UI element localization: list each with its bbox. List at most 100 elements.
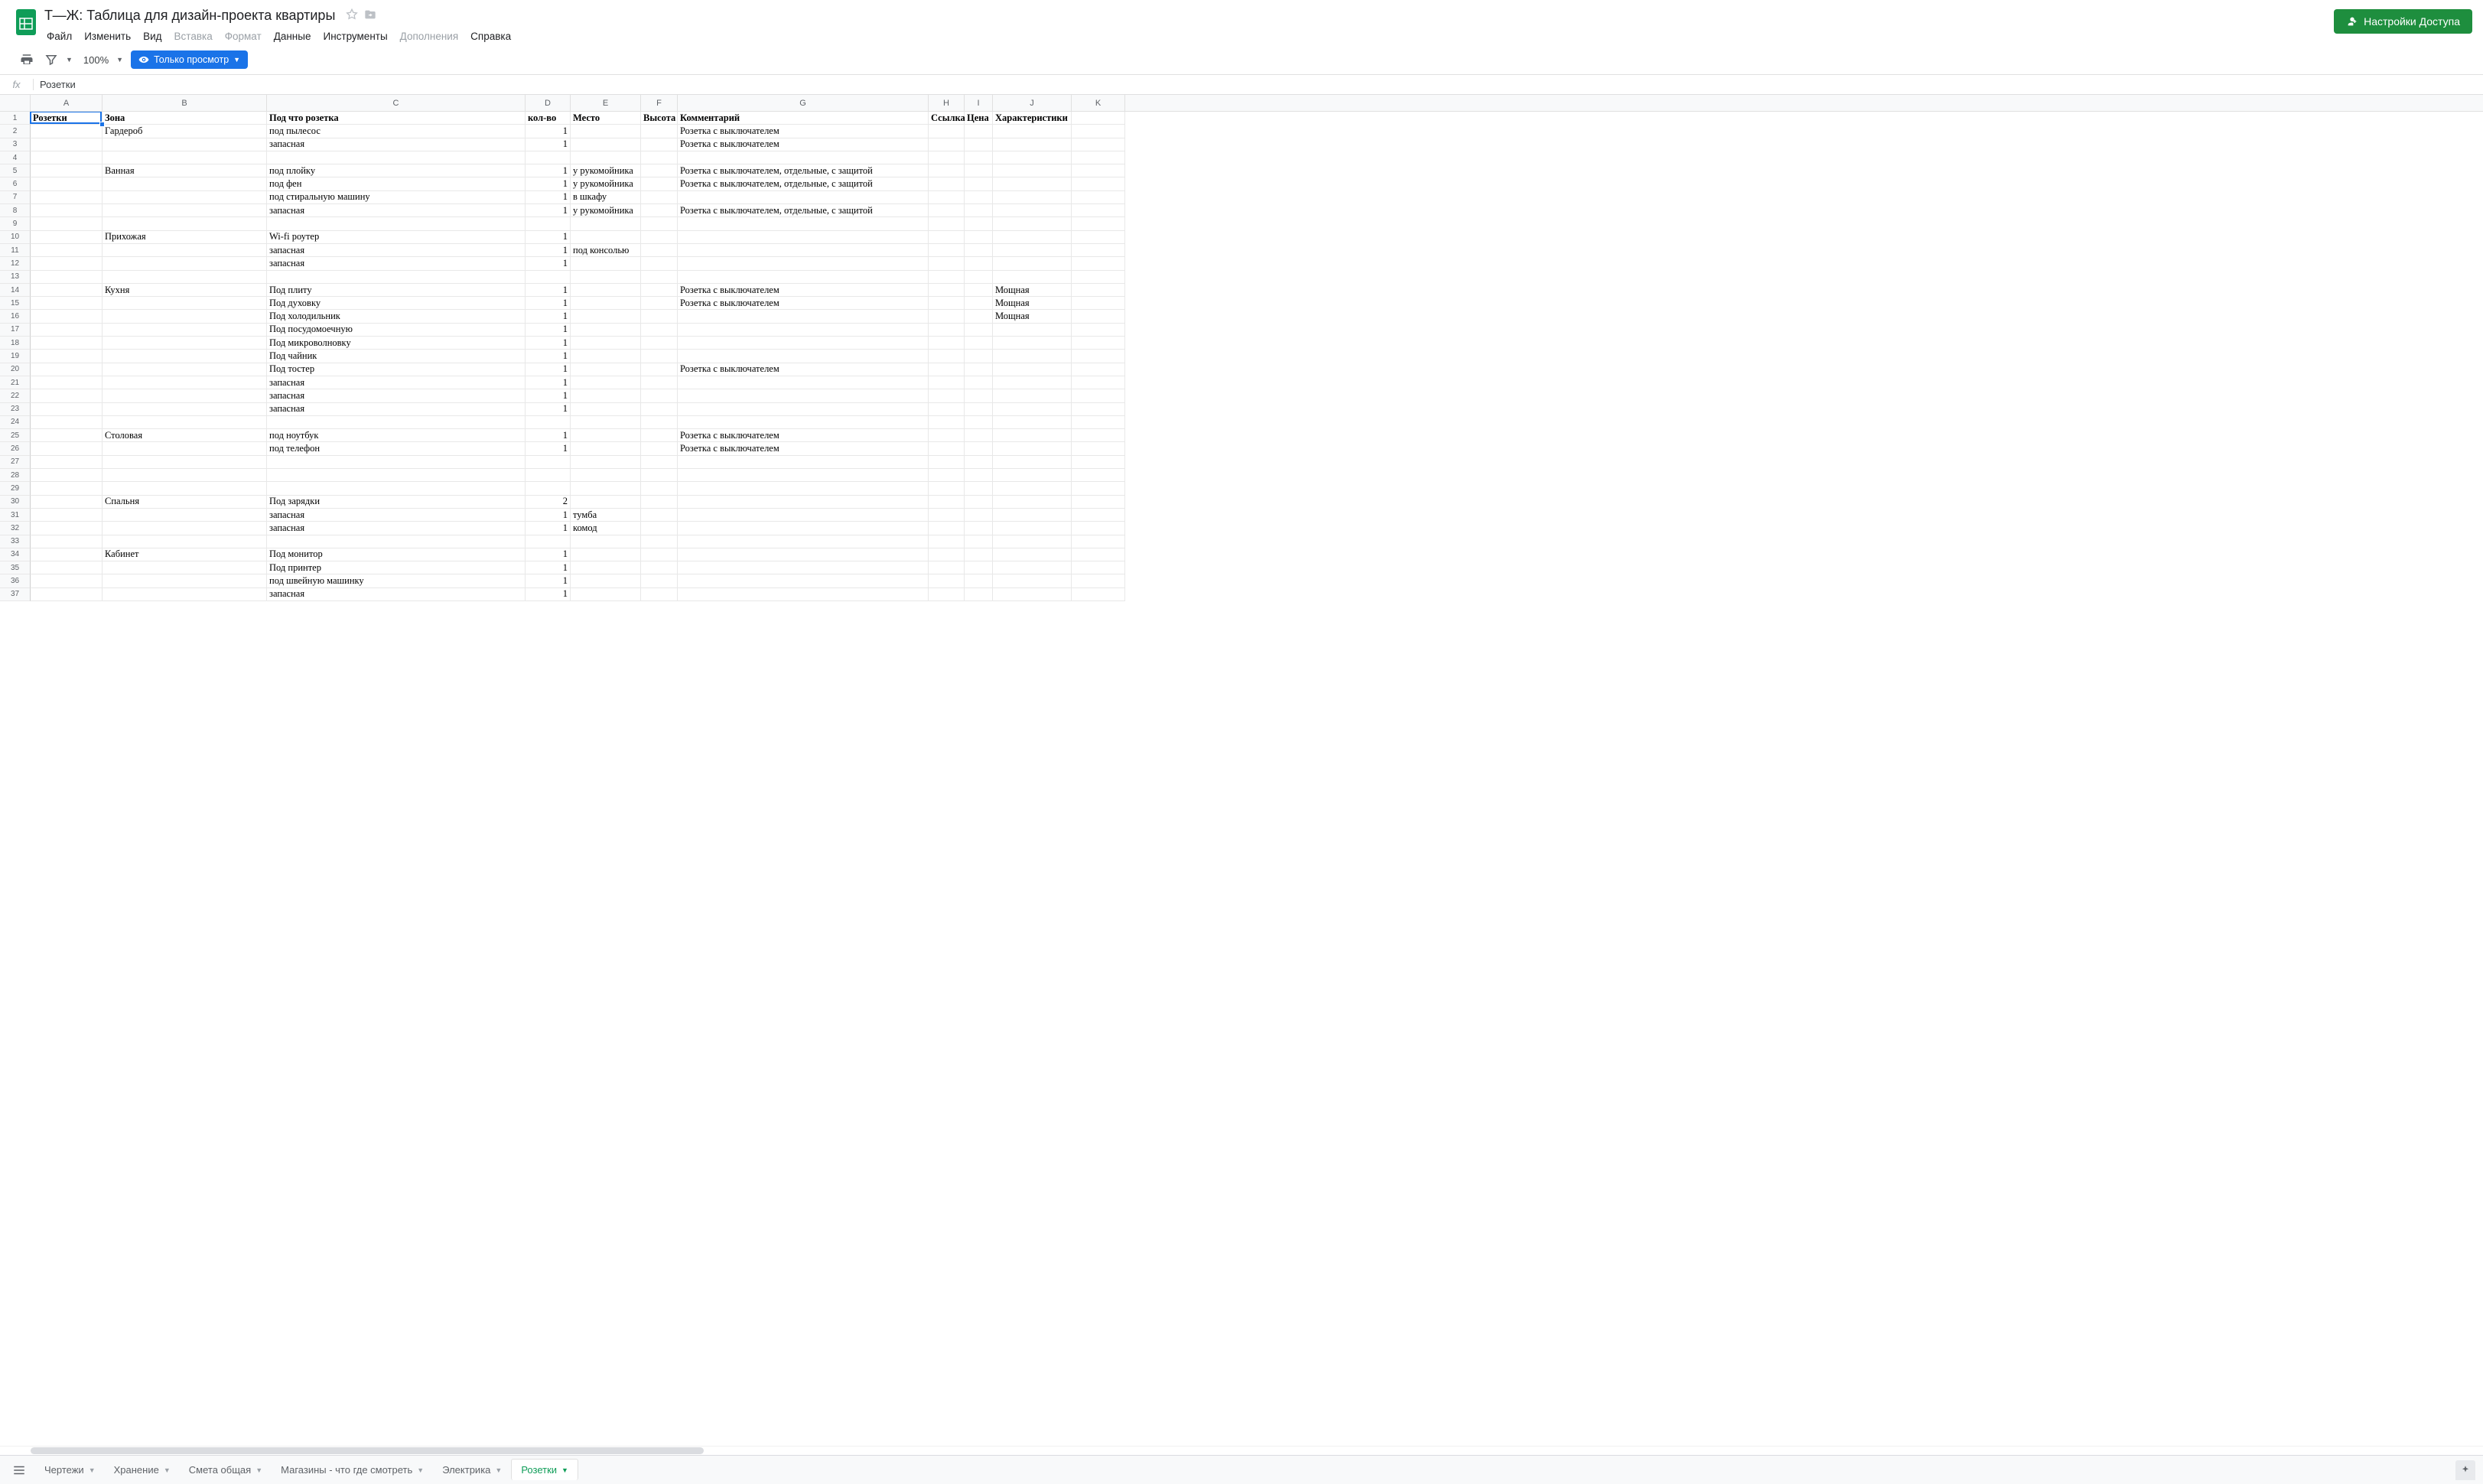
cell-F8[interactable] [641, 204, 678, 217]
cell-G16[interactable] [678, 310, 929, 323]
cell-I30[interactable] [965, 496, 993, 509]
cell-D34[interactable]: 1 [526, 548, 571, 561]
row-header[interactable]: 35 [0, 561, 31, 574]
row-header[interactable]: 29 [0, 482, 31, 495]
cell-J10[interactable] [993, 231, 1072, 244]
chevron-down-icon[interactable]: ▼ [561, 1466, 568, 1474]
cell-I8[interactable] [965, 204, 993, 217]
cell-H2[interactable] [929, 125, 965, 138]
chevron-down-icon[interactable]: ▼ [164, 1466, 171, 1474]
row-header[interactable]: 27 [0, 456, 31, 469]
row-header[interactable]: 3 [0, 138, 31, 151]
column-header-B[interactable]: B [103, 95, 267, 111]
cell-C34[interactable]: Под монитор [267, 548, 526, 561]
cell-E20[interactable] [571, 363, 641, 376]
view-only-button[interactable]: Только просмотр ▼ [131, 50, 248, 69]
cell-K34[interactable] [1072, 548, 1125, 561]
cell-F3[interactable] [641, 138, 678, 151]
cell-K24[interactable] [1072, 416, 1125, 429]
cell-G28[interactable] [678, 469, 929, 482]
row-header[interactable]: 26 [0, 442, 31, 455]
cell-D14[interactable]: 1 [526, 284, 571, 297]
cell-B9[interactable] [103, 217, 267, 230]
cell-F34[interactable] [641, 548, 678, 561]
cell-I10[interactable] [965, 231, 993, 244]
cell-J20[interactable] [993, 363, 1072, 376]
row-header[interactable]: 30 [0, 496, 31, 509]
row-header[interactable]: 10 [0, 231, 31, 244]
cell-D18[interactable]: 1 [526, 337, 571, 350]
cell-H26[interactable] [929, 442, 965, 455]
cell-H13[interactable] [929, 271, 965, 284]
cell-C8[interactable]: запасная [267, 204, 526, 217]
cell-H32[interactable] [929, 522, 965, 535]
cell-F2[interactable] [641, 125, 678, 138]
cell-H34[interactable] [929, 548, 965, 561]
cell-F20[interactable] [641, 363, 678, 376]
row-header[interactable]: 37 [0, 588, 31, 601]
cell-F17[interactable] [641, 324, 678, 337]
cell-F7[interactable] [641, 191, 678, 204]
cell-C3[interactable]: запасная [267, 138, 526, 151]
row-header[interactable]: 13 [0, 271, 31, 284]
cell-G22[interactable] [678, 389, 929, 402]
cell-H12[interactable] [929, 257, 965, 270]
cell-J12[interactable] [993, 257, 1072, 270]
cell-B6[interactable] [103, 177, 267, 190]
cell-G14[interactable]: Розетка с выключателем [678, 284, 929, 297]
cell-D13[interactable] [526, 271, 571, 284]
cell-I26[interactable] [965, 442, 993, 455]
cell-H6[interactable] [929, 177, 965, 190]
cell-K12[interactable] [1072, 257, 1125, 270]
row-header[interactable]: 18 [0, 337, 31, 350]
cell-B27[interactable] [103, 456, 267, 469]
row-header[interactable]: 6 [0, 177, 31, 190]
all-sheets-icon[interactable] [8, 1459, 31, 1482]
cell-J25[interactable] [993, 429, 1072, 442]
cell-J2[interactable] [993, 125, 1072, 138]
cell-E12[interactable] [571, 257, 641, 270]
cell-K17[interactable] [1072, 324, 1125, 337]
cell-F26[interactable] [641, 442, 678, 455]
cell-I32[interactable] [965, 522, 993, 535]
cell-D23[interactable]: 1 [526, 403, 571, 416]
cell-I3[interactable] [965, 138, 993, 151]
cell-G29[interactable] [678, 482, 929, 495]
cell-E18[interactable] [571, 337, 641, 350]
cell-I34[interactable] [965, 548, 993, 561]
cell-D31[interactable]: 1 [526, 509, 571, 522]
cell-A16[interactable] [31, 310, 103, 323]
cell-A25[interactable] [31, 429, 103, 442]
column-header-E[interactable]: E [571, 95, 641, 111]
cell-E3[interactable] [571, 138, 641, 151]
cell-D9[interactable] [526, 217, 571, 230]
share-button[interactable]: Настройки Доступа [2334, 9, 2472, 34]
row-header[interactable]: 25 [0, 429, 31, 442]
cell-C12[interactable]: запасная [267, 257, 526, 270]
cell-G34[interactable] [678, 548, 929, 561]
cell-E29[interactable] [571, 482, 641, 495]
row-header[interactable]: 32 [0, 522, 31, 535]
cell-F19[interactable] [641, 350, 678, 363]
cell-B5[interactable]: Ванная [103, 164, 267, 177]
cell-H11[interactable] [929, 244, 965, 257]
cell-A37[interactable] [31, 588, 103, 601]
cell-A2[interactable] [31, 125, 103, 138]
cell-K6[interactable] [1072, 177, 1125, 190]
cell-G20[interactable]: Розетка с выключателем [678, 363, 929, 376]
row-header[interactable]: 33 [0, 535, 31, 548]
cell-H23[interactable] [929, 403, 965, 416]
cell-H10[interactable] [929, 231, 965, 244]
cell-J32[interactable] [993, 522, 1072, 535]
row-header[interactable]: 36 [0, 574, 31, 587]
cell-A36[interactable] [31, 574, 103, 587]
menu-вид[interactable]: Вид [138, 28, 167, 45]
cell-H28[interactable] [929, 469, 965, 482]
cell-G19[interactable] [678, 350, 929, 363]
cell-G3[interactable]: Розетка с выключателем [678, 138, 929, 151]
cell-D25[interactable]: 1 [526, 429, 571, 442]
cell-G25[interactable]: Розетка с выключателем [678, 429, 929, 442]
cell-B1[interactable]: Зона [103, 112, 267, 125]
cell-H30[interactable] [929, 496, 965, 509]
cell-D33[interactable] [526, 535, 571, 548]
